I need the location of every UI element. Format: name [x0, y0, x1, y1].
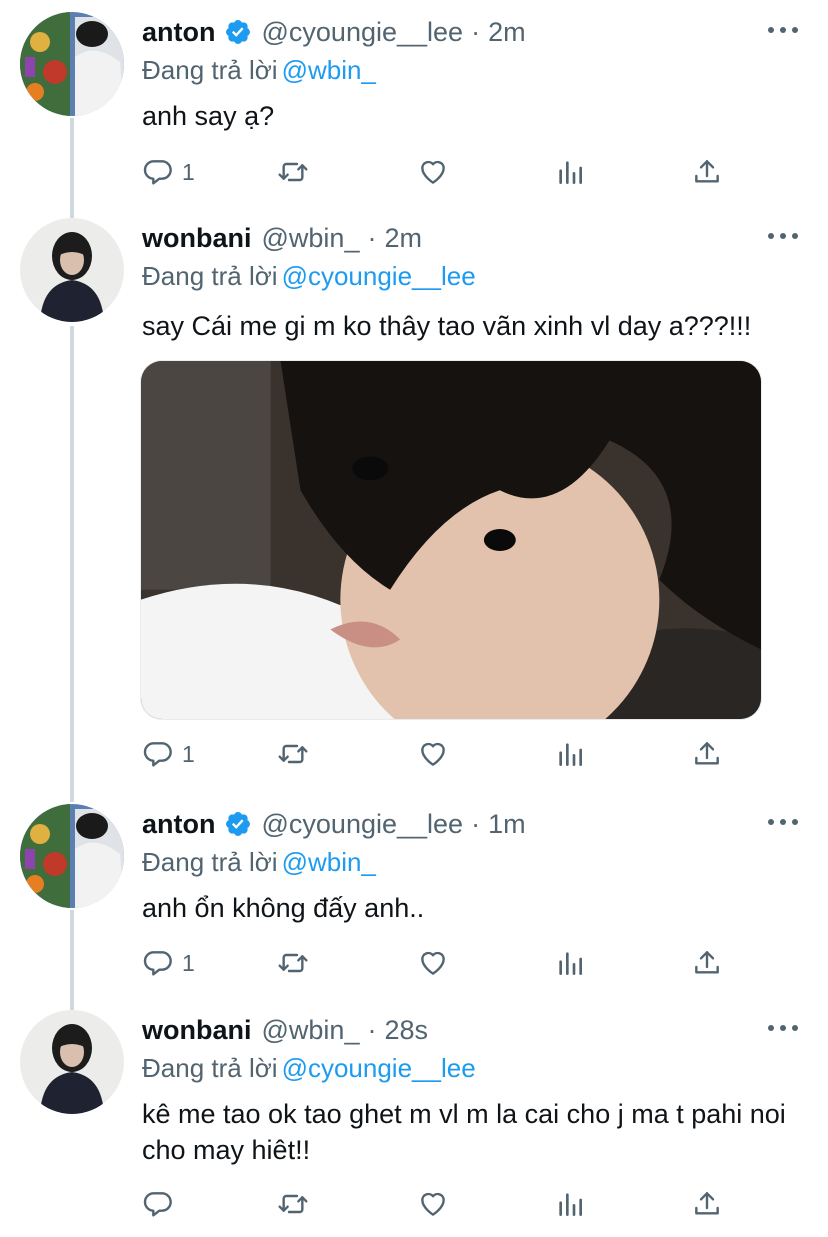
like-button[interactable]: [417, 152, 449, 192]
avatar-wonbani[interactable]: [20, 218, 124, 322]
separator-dot: ·: [367, 1014, 377, 1045]
reply-count: 1: [182, 949, 195, 976]
display-name[interactable]: anton: [142, 809, 216, 840]
verified-badge-icon: [224, 810, 252, 838]
tweet-header: anton @cyoungie__lee · 1m: [142, 804, 798, 844]
reply-button[interactable]: 1: [142, 152, 195, 192]
share-button[interactable]: [691, 943, 723, 983]
tweet-header: wonbani @wbin_ · 28s: [142, 1010, 798, 1050]
tweet-text: kê me tao ok tao ghet m vl m la cai cho …: [142, 1099, 786, 1165]
tweet[interactable]: wonbani @wbin_ · 2m Đang trả lời @cyoungi…: [0, 218, 828, 788]
retweet-button[interactable]: [277, 152, 309, 192]
tweet-text: anh say ạ?: [142, 101, 275, 131]
timestamp[interactable]: 1m: [488, 809, 526, 840]
display-name[interactable]: wonbani: [142, 223, 252, 254]
tweet[interactable]: anton @cyoungie__lee · 1m Đang trả lời @w…: [0, 804, 828, 994]
retweet-icon: [278, 953, 308, 973]
replying-to: Đang trả lời @cyoungie__lee: [142, 258, 798, 294]
replying-to-label: Đang trả lời: [142, 1053, 278, 1083]
heart-icon: [421, 951, 445, 975]
share-icon: [695, 160, 719, 183]
analytics-button[interactable]: [554, 1184, 586, 1224]
tweet-actions: [142, 1184, 742, 1224]
reply-button[interactable]: [142, 1184, 182, 1224]
heart-icon: [421, 742, 445, 766]
reply-count: 1: [182, 740, 195, 767]
timestamp[interactable]: 28s: [384, 1015, 428, 1046]
tweet-text: anh ổn không đấy anh..: [142, 893, 425, 923]
retweet-icon: [278, 1194, 308, 1214]
username-handle[interactable]: @wbin_: [262, 1015, 360, 1046]
display-name[interactable]: wonbani: [142, 1015, 252, 1046]
mention-link[interactable]: @cyoungie__lee: [282, 1053, 476, 1083]
share-icon: [695, 742, 719, 765]
retweet-button[interactable]: [277, 1184, 309, 1224]
like-button[interactable]: [417, 943, 449, 983]
username-handle[interactable]: @cyoungie__lee: [262, 17, 464, 48]
replying-to-label: Đang trả lời: [142, 55, 278, 85]
like-button[interactable]: [417, 1184, 449, 1224]
analytics-button[interactable]: [554, 943, 586, 983]
more-options-icon[interactable]: [768, 20, 798, 40]
share-icon: [695, 951, 719, 974]
analytics-icon: [559, 743, 582, 766]
reply-button[interactable]: 1: [142, 943, 195, 983]
avatar-wonbani[interactable]: [20, 1010, 124, 1114]
heart-icon: [421, 160, 445, 184]
share-button[interactable]: [691, 734, 723, 774]
more-options-icon[interactable]: [768, 812, 798, 832]
analytics-button[interactable]: [554, 152, 586, 192]
mention-link[interactable]: @wbin_: [282, 847, 376, 877]
tweet-header: wonbani @wbin_ · 2m: [142, 218, 798, 258]
avatar-anton[interactable]: [20, 12, 124, 116]
username-handle[interactable]: @wbin_: [262, 223, 360, 254]
analytics-icon: [559, 952, 582, 975]
timestamp[interactable]: 2m: [384, 223, 422, 254]
heart-icon: [421, 1192, 445, 1216]
analytics-button[interactable]: [554, 734, 586, 774]
separator-dot: ·: [367, 222, 377, 253]
mention-link[interactable]: @cyoungie__lee: [282, 261, 476, 291]
reply-icon: [143, 1192, 172, 1217]
retweet-icon: [278, 744, 308, 764]
reply-icon: [143, 742, 172, 767]
tweet-media-photo[interactable]: [140, 360, 762, 720]
replying-to-label: Đang trả lời: [142, 261, 278, 291]
separator-dot: ·: [471, 808, 481, 839]
verified-badge-icon: [224, 18, 252, 46]
tweet[interactable]: wonbani @wbin_ · 28s Đang trả lời @cyoung…: [0, 1010, 828, 1237]
share-icon: [695, 1192, 719, 1215]
mention-link[interactable]: @wbin_: [282, 55, 376, 85]
tweet-actions: 1: [142, 943, 742, 983]
replying-to: Đang trả lời @wbin_: [142, 844, 798, 880]
reply-count: 1: [182, 158, 195, 185]
timestamp[interactable]: 2m: [488, 17, 526, 48]
more-options-icon[interactable]: [768, 1018, 798, 1038]
replying-to: Đang trả lời @cyoungie__lee: [142, 1050, 798, 1086]
tweet-header: anton @cyoungie__lee · 2m: [142, 12, 798, 52]
username-handle[interactable]: @cyoungie__lee: [262, 809, 464, 840]
avatar-anton[interactable]: [20, 804, 124, 908]
share-button[interactable]: [691, 1184, 723, 1224]
share-button[interactable]: [691, 152, 723, 192]
reply-button[interactable]: 1: [142, 734, 195, 774]
tweet-actions: 1: [142, 152, 742, 192]
replying-to: Đang trả lời @wbin_: [142, 52, 798, 88]
retweet-button[interactable]: [277, 943, 309, 983]
retweet-icon: [278, 162, 308, 182]
display-name[interactable]: anton: [142, 17, 216, 48]
analytics-icon: [559, 161, 582, 184]
reply-icon: [143, 951, 172, 976]
analytics-icon: [559, 1193, 582, 1216]
replying-to-label: Đang trả lời: [142, 847, 278, 877]
more-options-icon[interactable]: [768, 226, 798, 246]
reply-icon: [143, 160, 172, 185]
separator-dot: ·: [471, 16, 481, 47]
like-button[interactable]: [417, 734, 449, 774]
retweet-button[interactable]: [277, 734, 309, 774]
tweet-text: say Cái me gi m ko thây tao vãn xinh vl …: [142, 311, 752, 341]
tweet-actions: 1: [142, 734, 742, 774]
tweet[interactable]: anton @cyoungie__lee · 2m Đang trả lời @w…: [0, 12, 828, 202]
